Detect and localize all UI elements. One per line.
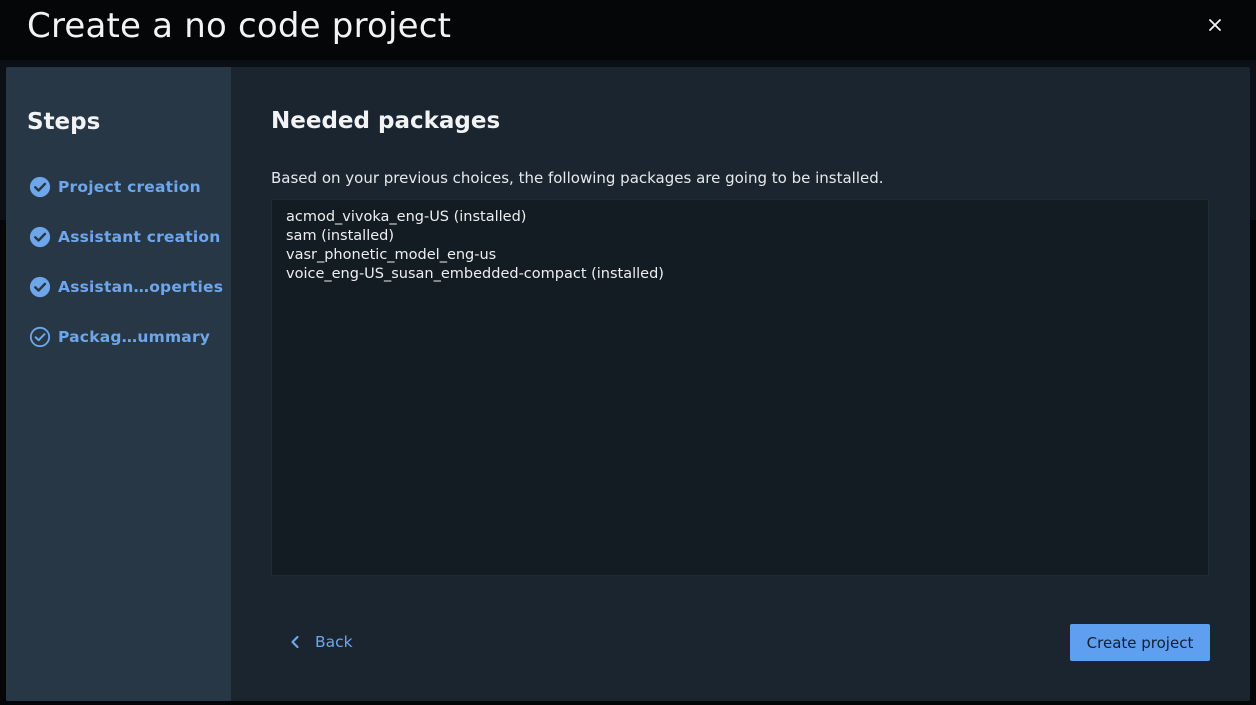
chevron-left-icon — [291, 635, 299, 649]
page: Create a no code project Steps Project c… — [0, 0, 1256, 705]
step-assistant-creation[interactable]: Assistant creation — [6, 212, 231, 262]
close-button[interactable] — [1204, 14, 1226, 36]
package-item: voice_eng-US_susan_embedded-compact (ins… — [286, 266, 664, 282]
package-item: acmod_vivoka_eng-US (installed) — [286, 209, 527, 225]
back-button[interactable]: Back — [279, 624, 361, 660]
description-text: Based on your previous choices, the foll… — [271, 169, 884, 187]
package-item: vasr_phonetic_model_eng-us — [286, 247, 497, 263]
steps-title: Steps — [27, 109, 101, 135]
check-circle-filled-icon — [29, 276, 51, 298]
package-list[interactable]: acmod_vivoka_eng-US (installed) sam (ins… — [271, 199, 1209, 576]
dialog: Steps Project creation Assistant creatio… — [6, 67, 1250, 701]
step-label: Packag…ummary — [58, 328, 211, 346]
dialog-title: Create a no code project — [27, 6, 452, 46]
create-project-button[interactable]: Create project — [1070, 624, 1210, 661]
section-title: Needed packages — [271, 108, 501, 134]
package-item: sam (installed) — [286, 228, 395, 244]
step-packages-summary[interactable]: Packag…ummary — [6, 312, 231, 362]
step-list: Project creation Assistant creation Assi… — [6, 162, 231, 362]
steps-sidebar: Steps Project creation Assistant creatio… — [6, 67, 231, 701]
check-circle-filled-icon — [29, 176, 51, 198]
back-button-label: Back — [315, 633, 353, 651]
close-icon — [1209, 19, 1221, 31]
step-project-creation[interactable]: Project creation — [6, 162, 231, 212]
step-label: Project creation — [58, 178, 201, 196]
check-circle-filled-icon — [29, 226, 51, 248]
step-label: Assistant creation — [58, 228, 221, 246]
step-label: Assistan…operties — [58, 278, 224, 296]
step-assistant-properties[interactable]: Assistan…operties — [6, 262, 231, 312]
check-circle-outline-icon — [29, 326, 51, 348]
main-content: Needed packages Based on your previous c… — [231, 67, 1250, 701]
